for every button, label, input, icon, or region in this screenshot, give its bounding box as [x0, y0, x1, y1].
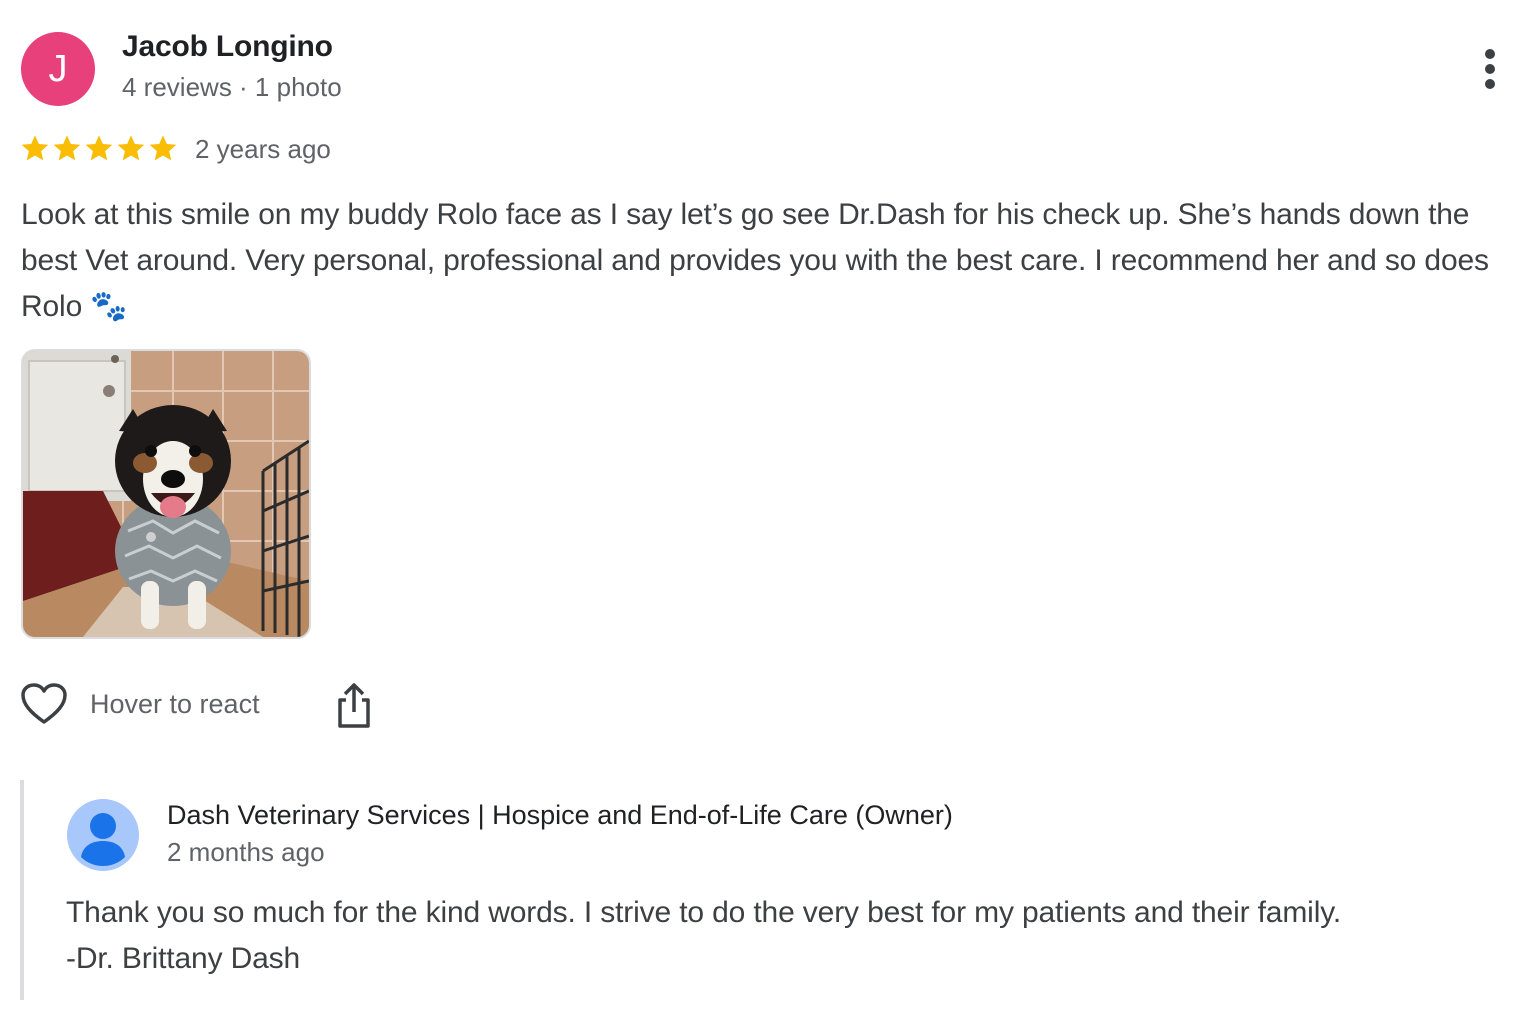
star-rating — [19, 132, 179, 164]
share-icon — [338, 683, 370, 728]
star-icon — [21, 135, 49, 161]
review-time: 2 years ago — [195, 134, 331, 164]
owner-avatar[interactable] — [67, 799, 139, 871]
owner-name: Dash Veterinary Services | Hospice and E… — [167, 800, 953, 830]
react-button[interactable]: Hover to react — [20, 682, 260, 726]
owner-response-line-1: Thank you so much for the kind words. I … — [66, 896, 1342, 929]
more-options-button[interactable] — [1470, 46, 1510, 92]
heart-outline-icon — [21, 683, 67, 724]
star-icon — [117, 135, 145, 161]
author-avatar[interactable]: J — [21, 32, 95, 106]
owner-response-signature: -Dr. Brittany Dash — [66, 942, 301, 975]
star-icon — [149, 135, 177, 161]
review-card: J Jacob Longino 4 reviews · 1 photo 2 ye… — [0, 0, 1536, 1024]
author-initial: J — [48, 47, 68, 90]
author-meta[interactable]: 4 reviews · 1 photo — [122, 72, 342, 103]
star-icon — [53, 135, 81, 161]
share-button[interactable] — [334, 682, 374, 730]
dog-photo — [23, 351, 309, 637]
owner-response-time: 2 months ago — [167, 837, 325, 867]
react-label: Hover to react — [90, 688, 260, 719]
review-photo[interactable] — [21, 349, 311, 639]
owner-response: Dash Veterinary Services | Hospice and E… — [20, 780, 1504, 1000]
default-person-avatar — [67, 799, 139, 871]
more-vertical-icon — [1485, 49, 1495, 89]
review-text: Look at this smile on my buddy Rolo face… — [21, 198, 1489, 323]
star-icon — [85, 135, 113, 161]
author-name[interactable]: Jacob Longino — [122, 30, 333, 64]
owner-response-text: Thank you so much for the kind words. I … — [66, 890, 1506, 982]
